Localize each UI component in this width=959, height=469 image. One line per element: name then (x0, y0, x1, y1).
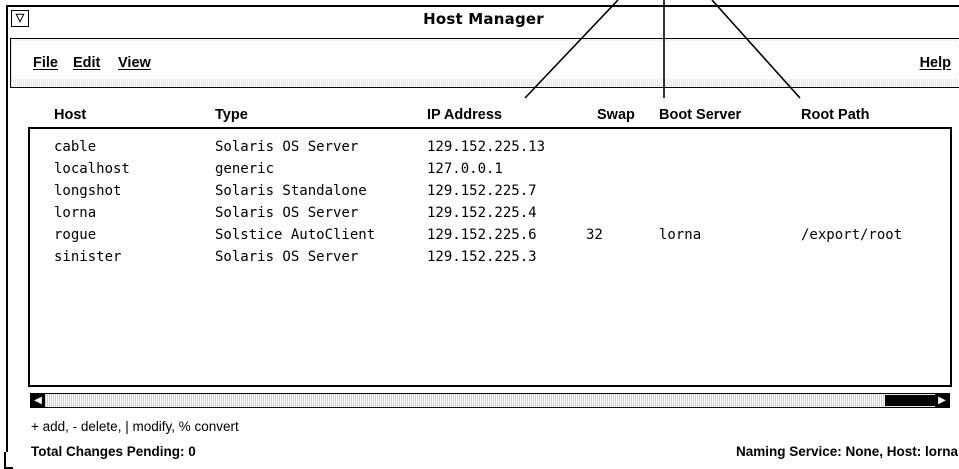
menu-view[interactable]: View (118, 55, 151, 71)
menu-help[interactable]: Help (920, 55, 951, 71)
menu-file[interactable]: File (33, 55, 58, 71)
window-corner (4, 452, 13, 469)
cell-root-path: /export/root (801, 227, 903, 243)
menu-edit[interactable]: Edit (73, 55, 100, 71)
horizontal-scrollbar[interactable]: ◀ ▶ (30, 393, 950, 408)
scroll-right-icon[interactable]: ▶ (935, 394, 949, 407)
cell-swap: 32 (586, 227, 603, 243)
pending-changes-status: Total Changes Pending: 0 (31, 444, 196, 459)
cell-type: generic (215, 161, 275, 177)
cell-host: longshot (54, 183, 122, 199)
list-item[interactable]: cable Solaris OS Server 129.152.225.13 (30, 139, 950, 161)
menu-bar: File Edit View Help (10, 38, 959, 88)
cell-ip: 129.152.225.13 (427, 139, 546, 155)
cell-ip: 129.152.225.7 (427, 183, 537, 199)
list-item[interactable]: sinister Solaris OS Server 129.152.225.3 (30, 249, 950, 271)
list-item[interactable]: rogue Solstice AutoClient 129.152.225.6 … (30, 227, 950, 249)
naming-service-status: Naming Service: None, Host: lorna (735, 444, 958, 459)
cell-host: cable (54, 139, 97, 155)
cell-boot-server: lorna (659, 227, 702, 243)
host-list[interactable]: cable Solaris OS Server 129.152.225.13 l… (28, 127, 952, 387)
scrollbar-thumb[interactable] (885, 395, 935, 406)
cell-type: Solaris OS Server (215, 249, 359, 265)
column-header-swap: Swap (597, 107, 635, 123)
scrollbar-track[interactable] (45, 394, 935, 407)
cell-type: Solaris OS Server (215, 139, 359, 155)
cell-host: rogue (54, 227, 97, 243)
cell-ip: 129.152.225.4 (427, 205, 537, 221)
cell-type: Solaris Standalone (215, 183, 367, 199)
column-header-ip-address: IP Address (427, 107, 502, 123)
cell-host: lorna (54, 205, 97, 221)
title-bar: ▽ Host Manager (8, 7, 959, 34)
column-header-host: Host (54, 107, 87, 123)
cell-type: Solstice AutoClient (215, 227, 376, 243)
cell-type: Solaris OS Server (215, 205, 359, 221)
scroll-left-icon[interactable]: ◀ (31, 394, 45, 407)
column-header-root-path: Root Path (801, 107, 870, 123)
cell-host: sinister (54, 249, 122, 265)
list-item[interactable]: localhost generic 127.0.0.1 (30, 161, 950, 183)
cell-ip: 129.152.225.3 (427, 249, 537, 265)
column-header-boot-server: Boot Server (659, 107, 742, 123)
menu-bar-inner: File Edit View Help (13, 41, 959, 79)
cell-host: localhost (54, 161, 130, 177)
list-item[interactable]: longshot Solaris Standalone 129.152.225.… (30, 183, 950, 205)
cell-ip: 129.152.225.6 (427, 227, 537, 243)
list-item[interactable]: lorna Solaris OS Server 129.152.225.4 (30, 205, 950, 227)
column-header-type: Type (215, 107, 248, 123)
cell-ip: 127.0.0.1 (427, 161, 503, 177)
window-title: Host Manager (423, 10, 544, 28)
operation-legend: + add, - delete, | modify, % convert (31, 419, 239, 434)
